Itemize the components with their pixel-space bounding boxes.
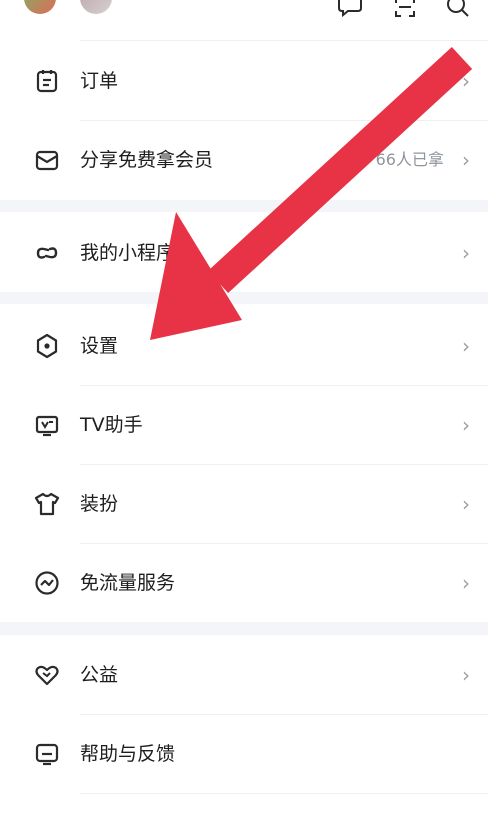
share-count-text: 66人已拿 [375,150,444,169]
shirt-icon [34,491,60,517]
menu-item-share-membership[interactable]: 分享免费拿会员 66人已拿 › [0,121,488,199]
menu-item-label: 公益 [80,664,119,686]
chevron-right-icon: › [462,334,470,358]
menu-item-dress-up[interactable]: 装扮 › [0,465,488,543]
menu-item-label: 设置 [80,335,119,357]
chevron-right-icon: › [462,148,470,172]
chevron-right-icon: › [462,69,470,93]
search-icon[interactable] [446,0,469,18]
chevron-right-icon: › [462,663,470,687]
section-gap [0,292,488,304]
menu-item-label: 装扮 [80,493,119,515]
menu-item-free-data-service[interactable]: 免流量服务 › [0,544,488,622]
feedback-icon [34,741,60,767]
section-gap [0,200,488,212]
divider [80,793,488,794]
settings-hexagon-icon [34,333,60,359]
menu-item-label: 帮助与反馈 [80,743,176,765]
avatar-secondary[interactable] [80,0,112,14]
menu-item-label: 订单 [80,70,119,92]
menu-item-label: 我的小程序 [80,242,176,264]
menu-item-mini-programs[interactable]: 我的小程序 › [0,214,488,292]
heart-icon [34,662,60,688]
divider [80,40,488,41]
menu-item-tv-assistant[interactable]: TV助手 › [0,386,488,464]
menu-item-settings[interactable]: 设置 › [0,307,488,385]
top-bar [0,0,488,40]
message-icon[interactable] [338,0,362,18]
trend-circle-icon [34,570,60,596]
gift-box-icon [34,147,60,173]
order-icon [34,68,60,94]
chevron-right-icon: › [462,413,470,437]
section-gap [0,622,488,635]
menu-item-help-feedback[interactable]: 帮助与反馈 [0,715,488,793]
chevron-right-icon: › [462,241,470,265]
menu-item-label: 分享免费拿会员 [80,149,214,171]
chevron-right-icon: › [462,571,470,595]
tv-icon [34,412,60,438]
menu-item-label: TV助手 [80,414,143,436]
menu-item-orders[interactable]: 订单 › [0,42,488,120]
menu-item-label: 免流量服务 [80,572,176,594]
link-icon [34,240,60,266]
chevron-right-icon: › [462,492,470,516]
menu-item-charity[interactable]: 公益 › [0,636,488,714]
scan-icon[interactable] [394,0,416,18]
avatar[interactable] [24,0,56,14]
